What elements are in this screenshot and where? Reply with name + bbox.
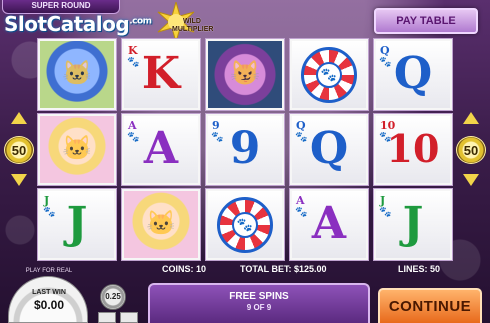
reel-2: K 🐾 K A 🐾 A 🐱 xyxy=(122,39,200,260)
card-rank: Q xyxy=(309,123,349,174)
cat-face-icon: 🐱 xyxy=(62,135,92,162)
card-rank: J xyxy=(402,198,424,249)
logo-text: SlotCatalog xyxy=(4,12,130,36)
left-lines-selector: 50 xyxy=(4,112,34,186)
bet-info-row: COINS: 10 TOTAL BET: $125.00 LINES: 50 xyxy=(120,264,460,276)
wild-multiplier-label: WILD MULTIPLIER xyxy=(172,18,214,33)
lines-count-disc: 50 xyxy=(456,136,486,164)
free-spins-panel: FREE SPINS 9 OF 9 xyxy=(148,283,370,323)
symbol-card-a: A 🐾 A xyxy=(122,114,200,185)
symbol-purple-cat: 😼 xyxy=(206,39,284,110)
symbol-card-a: A 🐾 A xyxy=(290,189,368,260)
symbol-blonde-cat: 🐱 xyxy=(38,114,116,185)
card-rank: Q xyxy=(393,48,433,99)
reel-4: 🐾 Q 🐾 Q A 🐾 A xyxy=(290,39,368,260)
cat-face-icon: 😼 xyxy=(230,60,260,87)
card-rank: 9 xyxy=(229,123,261,174)
symbol-card-q: Q 🐾 Q xyxy=(374,39,452,110)
lines-up-arrow-icon[interactable] xyxy=(11,112,27,124)
lines-count-disc: 50 xyxy=(4,136,34,164)
symbol-card-9: 9 🐾 9 xyxy=(206,114,284,185)
card-rank: 10 xyxy=(386,126,440,171)
symbol-card-k: K 🐾 K xyxy=(122,39,200,110)
pay-table-button[interactable]: PAY TABLE xyxy=(374,8,478,34)
last-win-value: $0.00 xyxy=(33,298,65,312)
cat-face-icon: 🐱 xyxy=(62,60,92,87)
coin-value-button[interactable]: 0.25 xyxy=(100,284,126,310)
symbol-card-j: J 🐾 J xyxy=(374,189,452,260)
card-rank: J xyxy=(66,198,88,249)
coins-readout: COINS: 10 xyxy=(162,264,207,274)
lines-up-arrow-icon[interactable] xyxy=(463,112,479,124)
symbol-poker-chip: 🐾 xyxy=(206,189,284,260)
reel-3: 😼 9 🐾 9 🐾 xyxy=(206,39,284,260)
reel-grid: 🐱 🐱 J 🐾 J K 🐾 K A 🐾 A 🐱 😼 9 🐾 9 🐾 🐾 Q 🐾 … xyxy=(38,39,452,260)
free-spins-title: FREE SPINS xyxy=(229,291,289,302)
paw-icon: 🐾 xyxy=(232,212,258,238)
wild-multiplier-badge: WILD MULTIPLIER xyxy=(148,2,214,44)
cat-face-icon: 🐱 xyxy=(146,210,176,237)
card-rank: K xyxy=(141,48,181,99)
symbol-card-10: 10 🐾 10 xyxy=(374,114,452,185)
lines-down-arrow-icon[interactable] xyxy=(463,174,479,186)
symbol-blonde-cat: 🐱 xyxy=(122,189,200,260)
lines-down-arrow-icon[interactable] xyxy=(11,174,27,186)
symbol-card-q: Q 🐾 Q xyxy=(290,114,368,185)
total-bet-readout: TOTAL BET: $125.00 xyxy=(240,264,327,274)
card-rank: A xyxy=(143,123,179,174)
reel-1: 🐱 🐱 J 🐾 J xyxy=(38,39,116,260)
right-lines-selector: 50 xyxy=(456,112,486,186)
lines-readout: LINES: 50 xyxy=(398,264,441,274)
free-spins-count: 9 OF 9 xyxy=(246,303,272,312)
symbol-card-j: J 🐾 J xyxy=(38,189,116,260)
coin-decrease-button[interactable] xyxy=(98,312,116,323)
symbol-blue-cat: 🐱 xyxy=(38,39,116,110)
poker-chip-icon: 🐾 xyxy=(301,47,357,103)
symbol-poker-chip: 🐾 xyxy=(290,39,368,110)
coin-increase-button[interactable] xyxy=(120,312,138,323)
poker-chip-icon: 🐾 xyxy=(217,197,273,253)
paw-icon: 🐾 xyxy=(316,62,342,88)
last-win-label: LAST WIN xyxy=(32,289,66,296)
card-rank: A xyxy=(311,198,347,249)
reel-5: Q 🐾 Q 10 🐾 10 J 🐾 J xyxy=(374,39,452,260)
slotcatalog-watermark-logo: SlotCatalog.com xyxy=(4,12,154,42)
continue-button[interactable]: CONTINUE xyxy=(378,288,482,323)
